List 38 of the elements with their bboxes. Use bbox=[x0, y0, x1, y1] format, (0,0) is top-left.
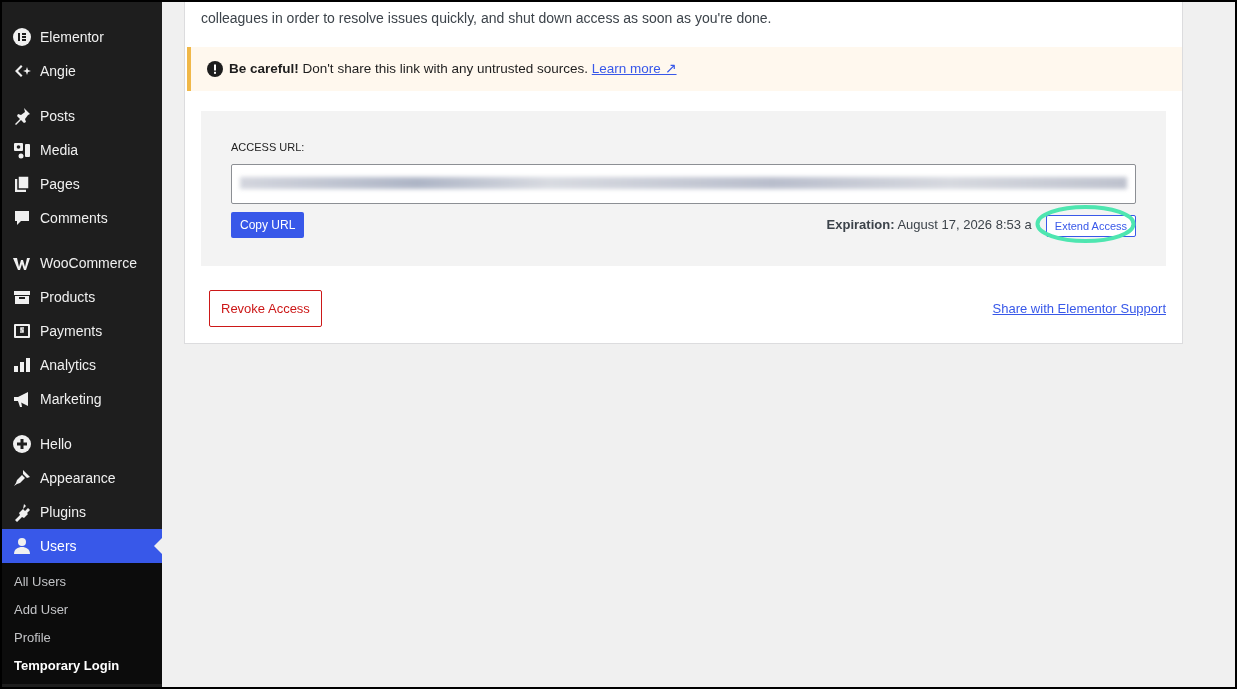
submenu-item[interactable]: Add User bbox=[2, 596, 162, 624]
user-icon bbox=[12, 536, 32, 556]
copy-url-button[interactable]: Copy URL bbox=[231, 211, 305, 238]
sidebar-item[interactable]: Analytics bbox=[2, 348, 162, 382]
circle-logo-icon bbox=[12, 27, 32, 47]
camera-music-icon bbox=[12, 140, 32, 160]
sidebar-item[interactable]: Payments bbox=[2, 314, 162, 348]
sidebar-item[interactable]: Marketing bbox=[2, 382, 162, 416]
sidebar-item[interactable]: Products bbox=[2, 280, 162, 314]
sidebar-item[interactable]: Pages bbox=[2, 167, 162, 201]
speech-bubble-icon bbox=[12, 208, 32, 228]
sidebar-item[interactable]: Comments bbox=[2, 201, 162, 235]
plus-circle-icon bbox=[12, 434, 32, 454]
learn-more-link[interactable]: Learn more ↗ bbox=[591, 61, 677, 76]
url-field[interactable] bbox=[231, 163, 1136, 204]
submenu-item[interactable]: Profile bbox=[2, 624, 162, 652]
submenu-item[interactable]: All Users bbox=[2, 568, 162, 596]
sidebar-item[interactable]: Media bbox=[2, 133, 162, 167]
sidebar-item[interactable]: WooCommerce bbox=[2, 246, 162, 280]
sidebar-item[interactable]: Angie bbox=[2, 54, 162, 88]
revoke-access-button[interactable]: Revoke Access bbox=[209, 289, 322, 328]
submenu-item[interactable]: Temporary Login bbox=[2, 652, 162, 680]
share-link[interactable]: Share with Elementor Support bbox=[992, 298, 1166, 319]
warning-text: Be careful! Don't share this link with any untrusted sources. Learn more ↗ bbox=[229, 60, 677, 78]
sidebar-item[interactable]: Plugins bbox=[2, 495, 162, 529]
intro-text: colleagues in order to resolve issues quickly, and shut down access as soon as you're done. bbox=[201, 9, 773, 28]
sidebar-item[interactable]: Users bbox=[2, 529, 162, 563]
pages-icon bbox=[12, 174, 32, 194]
sidebar-item[interactable]: Appearance bbox=[2, 461, 162, 495]
sidebar-item[interactable]: Elementor bbox=[2, 20, 162, 54]
sidebar-item[interactable]: Posts bbox=[2, 99, 162, 133]
dollar-icon bbox=[12, 321, 32, 341]
paintbrush-icon bbox=[12, 468, 32, 488]
bar-chart-icon bbox=[12, 355, 32, 375]
access-url-label: ACCESS URL: bbox=[231, 140, 306, 156]
sidebar-item[interactable]: Hello bbox=[2, 427, 162, 461]
exclamation-icon bbox=[207, 61, 223, 78]
expiration-text: Expiration: August 17, 2026 8:53 a bbox=[826, 216, 1032, 234]
